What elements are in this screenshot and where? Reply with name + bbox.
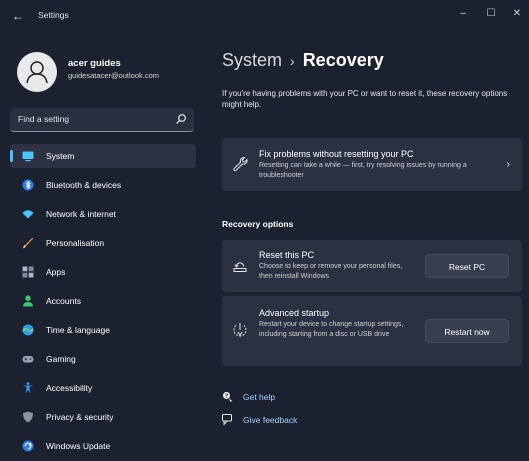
page-title: System › Recovery — [222, 50, 384, 71]
user-name: acer guides — [68, 58, 121, 69]
help-icon: ? — [222, 391, 233, 402]
sidebar-item-bluetooth[interactable]: Bluetooth & devices — [10, 173, 196, 197]
reset-pc-title: Reset this PC — [259, 250, 315, 260]
sidebar-item-label: Apps — [46, 267, 66, 277]
sidebar-item-label: Gaming — [46, 354, 76, 364]
sidebar-item-label: Personalisation — [46, 238, 105, 248]
update-icon — [22, 440, 34, 452]
chevron-right-icon: › — [506, 159, 510, 170]
wrench-icon — [233, 157, 248, 172]
restart-now-button[interactable]: Restart now — [425, 319, 509, 343]
sidebar-item-label: System — [46, 151, 75, 161]
advanced-startup-title: Advanced startup — [259, 308, 330, 318]
breadcrumb-separator: › — [290, 53, 295, 69]
breadcrumb-current: Recovery — [302, 50, 384, 70]
bluetooth-icon — [22, 179, 34, 191]
settings-window: ← Settings – ☐ ✕ acer guides guidesatace… — [0, 0, 529, 461]
search-placeholder: Find a setting — [18, 114, 70, 124]
accessibility-icon — [23, 382, 33, 394]
sidebar-item-label: Time & language — [46, 325, 110, 335]
sidebar-item-apps[interactable]: Apps — [10, 260, 196, 284]
globe-clock-icon — [22, 324, 34, 336]
fix-problems-card[interactable]: Fix problems without resetting your PC R… — [222, 138, 522, 191]
sidebar-item-label: Accessibility — [46, 383, 93, 393]
fix-problems-title: Fix problems without resetting your PC — [259, 149, 414, 159]
sidebar-item-time-language[interactable]: Time & language — [10, 318, 196, 342]
reset-pc-icon — [233, 262, 247, 272]
fix-problems-description: Resetting can take a while — first, try … — [259, 162, 467, 179]
sidebar-item-privacy-security[interactable]: Privacy & security — [10, 405, 196, 429]
feedback-icon — [222, 414, 232, 425]
sidebar-item-label: Windows Update — [46, 441, 111, 451]
sidebar-item-label: Accounts — [46, 296, 81, 306]
person-icon — [23, 295, 33, 307]
wifi-icon — [22, 210, 34, 219]
active-indicator — [10, 150, 13, 162]
intro-text: If you're having problems with your PC o… — [222, 89, 508, 109]
reset-pc-button[interactable]: Reset PC — [425, 254, 509, 278]
sidebar-item-network[interactable]: Network & internet — [10, 202, 196, 226]
sidebar-item-accessibility[interactable]: Accessibility — [10, 376, 196, 400]
search-icon[interactable] — [175, 113, 187, 125]
sidebar-item-label: Privacy & security — [46, 412, 114, 422]
app-title: Settings — [38, 10, 69, 20]
recovery-options-header: Recovery options — [222, 219, 294, 229]
user-email: guidesatacer@outlook.com — [68, 71, 159, 80]
close-button[interactable]: ✕ — [508, 6, 526, 22]
sidebar-item-gaming[interactable]: Gaming — [10, 347, 196, 371]
breadcrumb-parent[interactable]: System — [222, 50, 282, 70]
sidebar-item-windows-update[interactable]: Windows Update — [10, 434, 196, 458]
sidebar-nav: System Bluetooth & devices Network & int… — [10, 144, 196, 461]
get-help-label[interactable]: Get help — [243, 392, 275, 402]
reset-pc-description: Choose to keep or remove your personal f… — [259, 263, 403, 280]
give-feedback-label[interactable]: Give feedback — [243, 415, 297, 425]
maximize-button[interactable]: ☐ — [482, 6, 500, 22]
advanced-startup-card: Advanced startup Restart your device to … — [222, 296, 522, 366]
minimize-button[interactable]: – — [454, 6, 472, 22]
brush-icon — [22, 237, 34, 249]
sidebar-item-accounts[interactable]: Accounts — [10, 289, 196, 313]
sidebar-item-personalisation[interactable]: Personalisation — [10, 231, 196, 255]
person-avatar-icon — [26, 61, 48, 84]
sidebar-item-label: Network & internet — [46, 209, 116, 219]
monitor-icon — [22, 151, 34, 162]
apps-icon — [22, 266, 34, 278]
title-bar: ← Settings – ☐ ✕ — [0, 0, 529, 32]
gamepad-icon — [22, 356, 34, 363]
avatar[interactable] — [17, 52, 57, 92]
advanced-startup-description: Restart your device to change startup se… — [259, 321, 404, 338]
sidebar-item-system[interactable]: System — [10, 144, 196, 168]
advanced-startup-icon — [233, 323, 247, 337]
reset-pc-card: Reset this PC Choose to keep or remove y… — [222, 240, 522, 292]
sidebar-item-label: Bluetooth & devices — [46, 180, 122, 190]
search-input[interactable]: Find a setting — [10, 108, 194, 132]
back-button[interactable]: ← — [10, 8, 26, 24]
shield-icon — [23, 411, 33, 423]
